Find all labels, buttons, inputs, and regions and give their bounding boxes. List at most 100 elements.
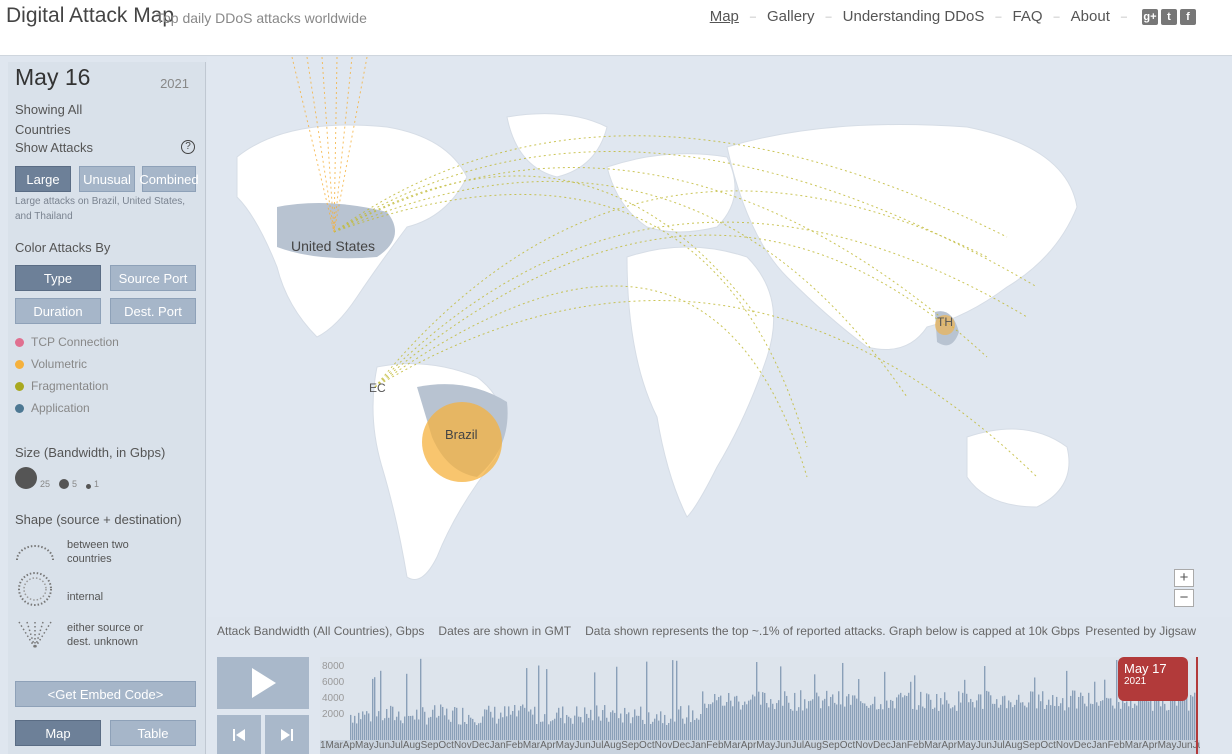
google-plus-icon[interactable]: g+ [1142, 8, 1158, 25]
timeline-bar [410, 715, 412, 740]
timeline-bar [524, 707, 526, 740]
large-attacks-button[interactable]: Large [15, 166, 71, 192]
shape-label: Shape (source + destination) [15, 512, 182, 527]
nav-understanding-ddos[interactable]: Understanding DDoS [839, 8, 989, 25]
legend-label: Volumetric [31, 357, 88, 371]
unusual-attacks-button[interactable]: Unusual [79, 166, 135, 192]
timeline-bar [860, 701, 862, 740]
timeline-bar [740, 709, 742, 740]
combined-attacks-button[interactable]: Combined [139, 166, 199, 192]
timeline-bar [492, 717, 494, 740]
play-button[interactable] [217, 657, 309, 709]
twitter-icon[interactable]: t [1161, 8, 1177, 25]
skip-back-button[interactable] [217, 715, 261, 754]
current-date-marker[interactable]: May 17 2021 [1118, 657, 1188, 701]
presented-by[interactable]: Presented by Jigsaw [1085, 624, 1196, 638]
timeline-bar [920, 691, 922, 740]
timeline-bar [622, 722, 624, 740]
timeline-bar [664, 714, 666, 740]
timeline-bar [404, 716, 406, 740]
timeline-bar [544, 714, 546, 740]
fragmentation-dot-icon [15, 381, 24, 391]
main-nav: Map – Gallery – Understanding DDoS – FAQ… [706, 8, 1196, 25]
timeline-bar [1018, 694, 1020, 740]
timeline-bar [1068, 707, 1070, 740]
timeline-bar [1002, 696, 1004, 740]
timeline-bar [1010, 702, 1012, 740]
facebook-icon[interactable]: f [1180, 8, 1196, 25]
get-embed-code-button[interactable]: <Get Embed Code> [15, 681, 196, 707]
nav-about[interactable]: About [1067, 8, 1114, 25]
timeline-bar [488, 705, 490, 740]
timeline-bar [1048, 699, 1050, 740]
timeline-bar [808, 701, 810, 740]
timeline-bar [960, 702, 962, 740]
timeline-bar [428, 717, 430, 740]
zoom-in-button[interactable]: + [1174, 569, 1194, 587]
timeline-bar [366, 711, 368, 740]
timeline-bar [810, 700, 812, 740]
legend-fragmentation: Fragmentation [15, 379, 108, 393]
timeline-bar [1134, 703, 1136, 740]
timeline-bar [908, 692, 910, 740]
attack-note: Large attacks on Brazil, United States, … [15, 196, 186, 222]
timeline-bar [1148, 701, 1150, 740]
color-by-dest-port-button[interactable]: Dest. Port [110, 298, 196, 324]
timeline-bar [672, 660, 674, 740]
timeline-bar [1132, 708, 1134, 740]
color-by-source-port-button[interactable]: Source Port [110, 265, 196, 291]
zoom-out-button[interactable]: − [1174, 589, 1194, 607]
timeline-bar [1124, 703, 1126, 740]
timeline-bar [392, 706, 394, 740]
app-title[interactable]: Digital Attack Map [6, 4, 174, 28]
timeline-bar [1082, 695, 1084, 740]
timeline-bar [752, 694, 754, 740]
timeline-bar [398, 711, 400, 740]
help-icon[interactable]: ? [181, 140, 195, 154]
timeline-bar [352, 722, 354, 740]
timeline-bar [1020, 702, 1022, 740]
nav-gallery[interactable]: Gallery [763, 8, 819, 25]
timeline-bar [770, 699, 772, 740]
timeline-bar [390, 705, 392, 740]
timeline-bar [386, 709, 388, 740]
legend-label: Fragmentation [31, 379, 109, 393]
timeline-bar [356, 723, 358, 740]
timeline-bar [520, 706, 522, 740]
timeline-bar [710, 704, 712, 740]
nav-faq[interactable]: FAQ [1009, 8, 1047, 25]
color-by-type-button[interactable]: Type [15, 265, 101, 291]
world-map[interactable]: United States Brazil TH EC + − [207, 57, 1232, 617]
timeline-bar [722, 705, 724, 740]
nav-map[interactable]: Map [706, 8, 743, 25]
timeline-bar [676, 660, 678, 740]
timeline-bar [380, 670, 382, 740]
timeline-bar [1160, 706, 1162, 740]
timeline-bar [586, 713, 588, 740]
timeline-bar [772, 703, 774, 740]
timeline-bar [548, 724, 550, 740]
timeline-bar [626, 714, 628, 740]
timeline-bar [1172, 695, 1174, 740]
timeline-bar [1084, 703, 1086, 740]
timeline-bar [594, 672, 596, 740]
timeline-cursor[interactable] [1196, 657, 1198, 754]
skip-back-icon [233, 728, 245, 741]
bandwidth-timeline[interactable]: 8000 6000 4000 2000 1MarApMayJunJulAugSe… [320, 657, 1200, 754]
timeline-bar [388, 717, 390, 740]
timeline-bar [878, 708, 880, 740]
timeline-bar [634, 709, 636, 740]
timeline-bar [674, 721, 676, 740]
skip-forward-button[interactable] [265, 715, 309, 754]
timeline-bar [1088, 692, 1090, 740]
timeline-bar [790, 709, 792, 740]
timeline-bar [852, 695, 854, 740]
timeline-bar [370, 721, 372, 740]
legend-application: Application [15, 401, 90, 415]
map-view-button[interactable]: Map [15, 720, 101, 746]
color-by-duration-button[interactable]: Duration [15, 298, 101, 324]
timeline-bar [1164, 703, 1166, 740]
shape-internal: internal [15, 570, 167, 608]
table-view-button[interactable]: Table [110, 720, 196, 746]
country-filter-status[interactable]: Showing All Countries [15, 100, 115, 140]
